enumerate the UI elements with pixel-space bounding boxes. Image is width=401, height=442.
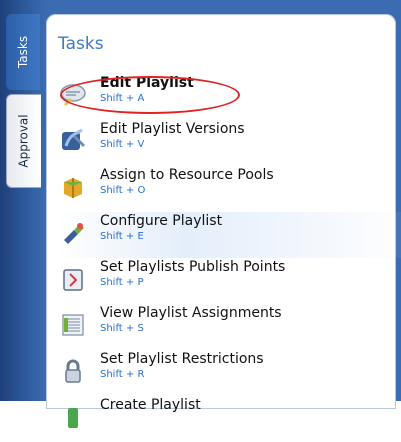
task-assign-resource-pools[interactable]: Assign to Resource Pools Shift + O [58, 166, 396, 212]
edit-playlist-icon [58, 80, 88, 110]
task-shortcut: Shift + R [100, 369, 145, 380]
tab-tasks[interactable]: Tasks [6, 14, 40, 90]
task-shortcut: Shift + O [100, 185, 146, 196]
task-label: Edit Playlist [100, 75, 194, 91]
task-shortcut: Shift + E [100, 231, 144, 242]
restrictions-icon [58, 356, 88, 386]
task-label: Configure Playlist [100, 213, 223, 229]
tab-approval[interactable]: Approval [6, 94, 41, 188]
task-label: View Playlist Assignments [100, 305, 282, 321]
task-shortcut: Shift + P [100, 277, 144, 288]
task-shortcut: Shift + A [100, 93, 145, 104]
task-create-playlist[interactable]: Create Playlist [58, 396, 396, 442]
task-label: Set Playlist Restrictions [100, 351, 264, 367]
task-set-publish-points[interactable]: Set Playlists Publish Points Shift + P [58, 258, 396, 304]
task-label: Edit Playlist Versions [100, 121, 245, 137]
playlist-assignments-icon [58, 310, 88, 340]
vertical-tab-strip: Tasks Approval [0, 0, 46, 401]
task-shortcut: Shift + V [100, 139, 145, 150]
create-playlist-icon [58, 402, 88, 432]
task-set-playlist-restrictions[interactable]: Set Playlist Restrictions Shift + R [58, 350, 396, 396]
task-edit-playlist[interactable]: Edit Playlist Shift + A [58, 74, 396, 120]
panel-title: Tasks [58, 34, 104, 54]
tasks-panel: Tasks Edit Playlist Shift + A Edit Playl… [46, 14, 401, 428]
task-configure-playlist[interactable]: Configure Playlist Shift + E [58, 212, 401, 258]
task-label: Assign to Resource Pools [100, 167, 274, 183]
resource-pools-icon [58, 172, 88, 202]
task-label: Set Playlists Publish Points [100, 259, 286, 275]
task-view-playlist-assignments[interactable]: View Playlist Assignments Shift + S [58, 304, 396, 350]
task-label: Create Playlist [100, 397, 201, 413]
configure-playlist-icon [58, 218, 88, 248]
tab-tasks-label: Tasks [16, 35, 30, 69]
task-shortcut: Shift + S [100, 323, 144, 334]
publish-points-icon [58, 264, 88, 294]
playlist-versions-icon [58, 126, 88, 156]
tab-approval-label: Approval [17, 114, 31, 168]
task-list: Edit Playlist Shift + A Edit Playlist Ve… [58, 74, 401, 442]
task-edit-playlist-versions[interactable]: Edit Playlist Versions Shift + V [58, 120, 396, 166]
